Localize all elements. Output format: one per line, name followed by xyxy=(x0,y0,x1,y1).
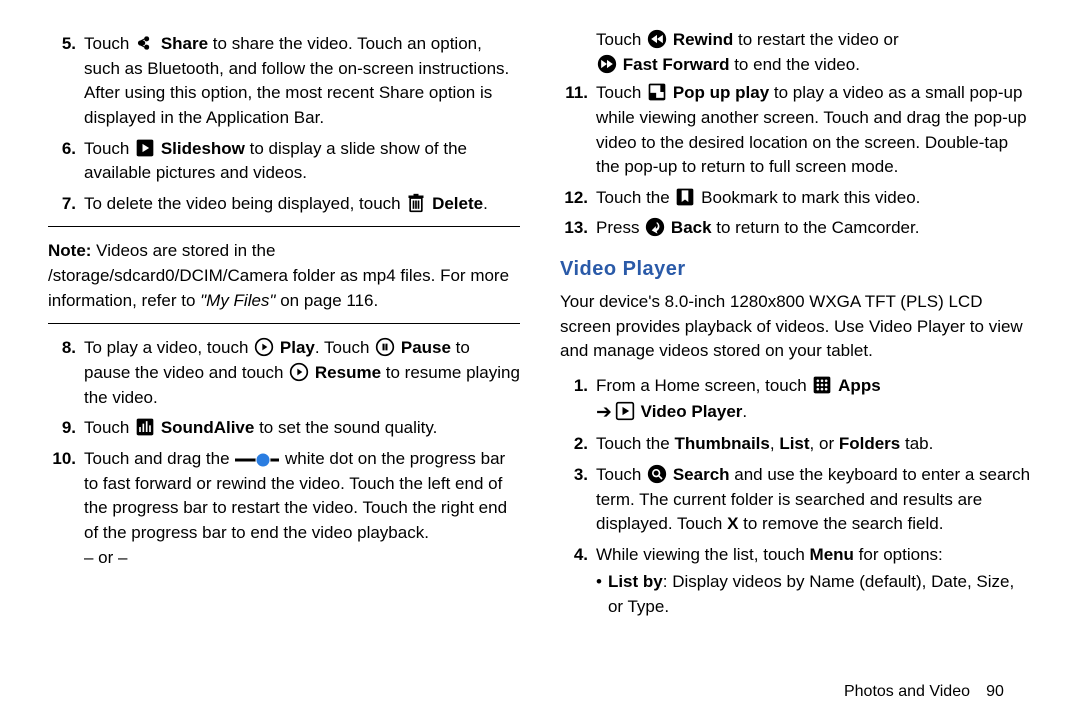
vp-step-3: 3. Touch Search and use the keyboard to … xyxy=(560,463,1032,537)
arrow-icon: ➔ xyxy=(596,402,614,423)
list-item: •List by: Display videos by Name (defaul… xyxy=(596,570,1032,619)
divider xyxy=(48,226,520,227)
step-6: 6. Touch Slideshow to display a slide sh… xyxy=(48,137,520,186)
left-column: 5. Touch Share to share the video. Touch… xyxy=(48,28,520,626)
play-icon xyxy=(254,337,274,357)
step-8: 8. To play a video, touch Play. Touch Pa… xyxy=(48,336,520,410)
back-icon xyxy=(645,217,665,237)
search-icon xyxy=(647,464,667,484)
step-10-cont: Touch Rewind to restart the video or Fas… xyxy=(596,28,1032,77)
vp-step-2: 2. Touch the Thumbnails, List, or Folder… xyxy=(560,432,1032,457)
delete-icon xyxy=(406,193,426,213)
progress-dot-icon xyxy=(235,448,279,468)
section-intro: Your device's 8.0-inch 1280x800 WXGA TFT… xyxy=(560,290,1032,364)
popup-icon xyxy=(647,82,667,102)
slideshow-icon xyxy=(135,138,155,158)
step-12: 12. Touch the Bookmark to mark this vide… xyxy=(560,186,1032,211)
rewind-icon xyxy=(647,29,667,49)
bookmark-icon xyxy=(675,187,695,207)
page-footer: Photos and Video90 xyxy=(0,680,1080,703)
fast-forward-icon xyxy=(597,54,617,74)
divider xyxy=(48,323,520,324)
video-player-icon xyxy=(615,401,635,421)
section-heading: Video Player xyxy=(560,255,1032,284)
step-10: 10. Touch and drag the white dot on the … xyxy=(48,447,520,570)
apps-icon xyxy=(812,375,832,395)
soundalive-icon xyxy=(135,417,155,437)
step-7: 7. To delete the video being displayed, … xyxy=(48,192,520,217)
step-13: 13. Press Back to return to the Camcorde… xyxy=(560,216,1032,241)
resume-icon xyxy=(289,362,309,382)
note: Note: Videos are stored in the /storage/… xyxy=(48,239,520,313)
step-9: 9. Touch SoundAlive to set the sound qua… xyxy=(48,416,520,441)
pause-icon xyxy=(375,337,395,357)
vp-step-1: 1. From a Home screen, touch Apps➔ Video… xyxy=(560,374,1032,426)
share-icon xyxy=(135,33,155,53)
step-5: 5. Touch Share to share the video. Touch… xyxy=(48,32,520,131)
step-11: 11. Touch Pop up play to play a video as… xyxy=(560,81,1032,180)
right-column: Touch Rewind to restart the video or Fas… xyxy=(560,28,1032,626)
vp-step-4: 4. While viewing the list, touch Menu fo… xyxy=(560,543,1032,620)
